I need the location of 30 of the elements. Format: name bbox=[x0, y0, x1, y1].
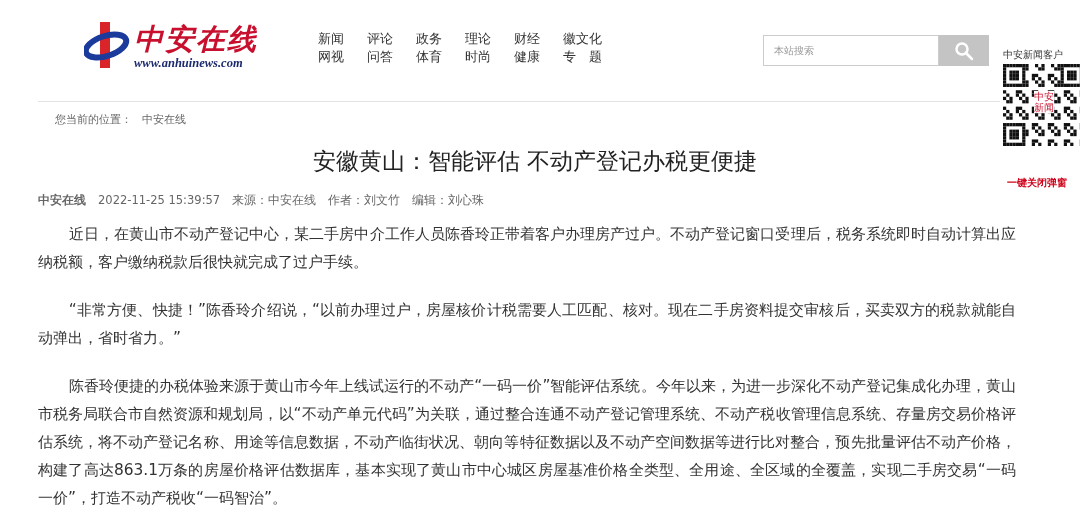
article-paragraph: 陈香玲便捷的办税体验来源于黄山市今年上线试运行的不动产“一码一价”智能评估系统。今年以来，为进一步深化不动产登记集成化办理，黄山市税务局联合市自然资源和规划局，以“不动产单元代码”为关联，通过整合连通不动产登记管理系统、不动产税收管理信息系统、存量房交易价格评估系统，将不动产登记名称、用途等信息数据，不动产临街状况、朝向等特征数据以及不动产空间数据等进行比对整合，预先批量评估不动产价格，构建了高达863.1万条的房屋价格评估数据库，基本实现了黄山市中心城区房屋基准价格全类型、全用途、全区域的全覆盖，实现二手房交易“一码一价”，打造不动产税收“一码智治”。 bbox=[38, 376, 1016, 509]
meta-editor: 编辑：刘心珠 bbox=[412, 192, 485, 208]
breadcrumb-link[interactable]: 中安在线 bbox=[142, 112, 186, 138]
article-title: 安徽黄山：智能评估 不动产登记办税更便捷 bbox=[311, 147, 759, 176]
nav-link[interactable]: 新闻 bbox=[318, 30, 354, 48]
nav-link[interactable]: 财经 bbox=[514, 30, 550, 48]
search-field[interactable]: 本站搜索 bbox=[763, 35, 939, 66]
meta-date: 2022-11-25 15:39:57 bbox=[98, 192, 221, 208]
nav-link[interactable]: 问答 bbox=[367, 48, 403, 66]
breadcrumb-label: 您当前的位置： bbox=[55, 112, 132, 128]
nav-link[interactable]: 健康 bbox=[514, 48, 550, 66]
search-button[interactable] bbox=[939, 35, 989, 66]
qr-label: 中安新闻 bbox=[1034, 91, 1054, 113]
popup-title: 中安新闻客户 bbox=[1003, 48, 1063, 61]
close-popup-link[interactable]: 一键关闭弹窗 bbox=[1007, 176, 1067, 190]
logo-text: 中安在线 bbox=[134, 22, 258, 56]
nav-link[interactable]: 时尚 bbox=[465, 48, 501, 66]
nav-link[interactable]: 专 题 bbox=[563, 48, 599, 66]
nav-link[interactable]: 体育 bbox=[416, 48, 452, 66]
meta-site: 中安在线 bbox=[38, 192, 86, 208]
article-paragraph: “非常方便、快捷！”陈香玲介绍说，“以前办理过户，房屋核价计税需要人工匹配、核对。现在二手房资料提交审核后，买卖双方的税款就能自动弹出，省时省力。” bbox=[38, 300, 1016, 349]
meta-author: 作者：刘文竹 bbox=[328, 192, 401, 208]
logo-url: www.anhuinews.com bbox=[134, 56, 244, 70]
nav-link[interactable]: 评论 bbox=[367, 30, 403, 48]
article-paragraph: 近日，在黄山市不动产登记中心，某二手房中介工作人员陈香玲正带着客户办理房产过户。不动产登记窗口受理后，税务系统即时自动计算出应纳税额，客户缴纳税款后很快就完成了过户手续。 bbox=[38, 224, 1016, 273]
nav-link[interactable]: 理论 bbox=[465, 30, 501, 48]
nav-link[interactable]: 政务 bbox=[416, 30, 452, 48]
meta-source: 来源：中安在线 bbox=[232, 192, 317, 208]
nav-link[interactable]: 网视 bbox=[318, 48, 354, 66]
search-icon bbox=[954, 40, 974, 61]
